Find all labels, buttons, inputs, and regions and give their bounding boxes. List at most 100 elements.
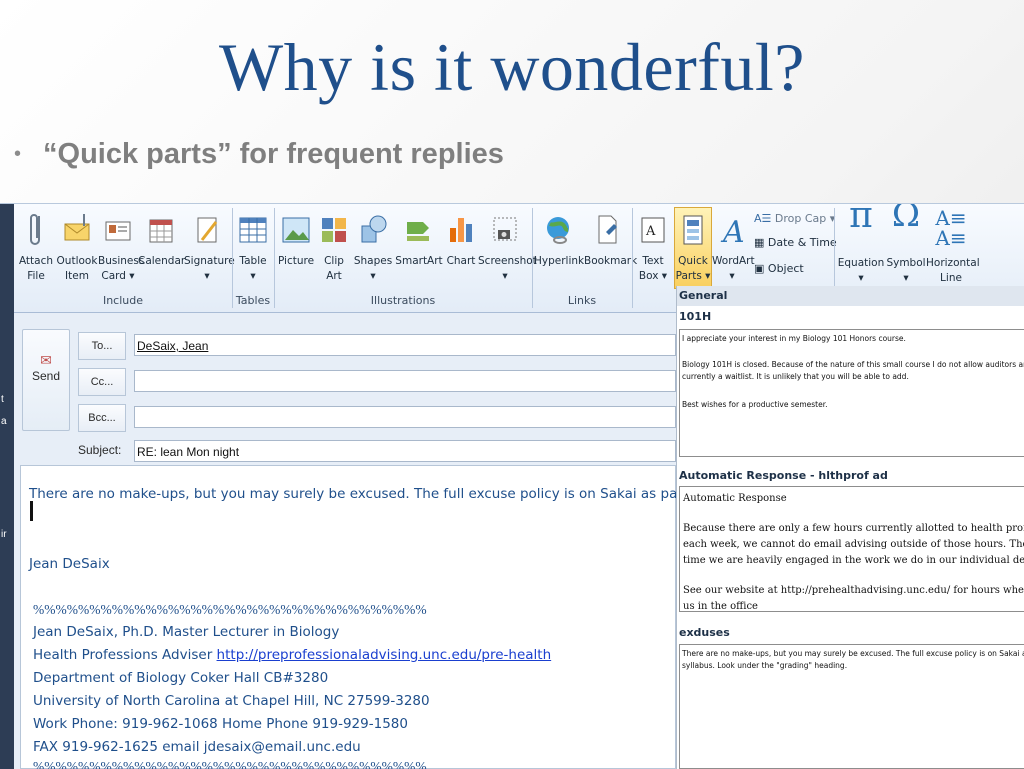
strip-mark-icon: t <box>1 394 4 405</box>
preview-line: Because there are only a few hours curre… <box>683 523 1024 534</box>
signature-name: Jean DeSaix, Ph.D. Master Lecturer in Bi… <box>33 624 340 640</box>
clip-art-button[interactable]: Clip Art <box>316 210 352 284</box>
shapes-button[interactable]: Shapes ▾ <box>352 210 394 284</box>
screenshot-button[interactable]: Screenshot ▾ <box>478 210 537 284</box>
links-group-label: Links <box>567 294 597 307</box>
bcc-button[interactable]: Bcc... <box>78 404 126 432</box>
signature-rule: %%%%%%%%%%%%%%%%%%%%%%%%%%%%%%%%%%% <box>33 602 427 617</box>
send-button[interactable]: ✉ Send <box>22 329 70 431</box>
cc-button[interactable]: Cc... <box>78 368 126 396</box>
strip-mark-icon: a <box>1 416 7 427</box>
screenshot-icon <box>493 217 517 241</box>
paperclip-icon <box>30 214 40 245</box>
signature-phone: Work Phone: 919-962-1068 Home Phone 919-… <box>33 716 408 732</box>
preview-line: Best wishes for a productive semester. <box>682 400 828 409</box>
date-time-icon: ▦ <box>754 236 765 249</box>
bullet-item: • “Quick parts” for frequent replies <box>14 138 504 171</box>
bullet-dot-icon: • <box>14 143 22 165</box>
drop-cap-button[interactable]: A☰ Drop Cap ▾ <box>754 212 835 225</box>
text-box-button[interactable]: A Text Box ▾ <box>634 210 672 284</box>
preview-line: currently a waitlist. It is unlikely tha… <box>682 372 909 381</box>
signature-adviser-label: Health Professions Adviser <box>33 647 217 663</box>
globe-link-icon <box>547 217 569 244</box>
drop-cap-icon: A☰ <box>754 212 772 225</box>
pi-icon: π <box>849 203 873 236</box>
quick-parts-button[interactable]: Quick Parts ▾ <box>674 210 712 284</box>
signature-adviser: Health Professions Adviser http://prepro… <box>33 647 551 663</box>
picture-button[interactable]: Picture <box>276 210 316 269</box>
gallery-entry-preview[interactable]: There are no make-ups, but you may surel… <box>679 644 1024 769</box>
signoff-text: Jean DeSaix <box>29 556 110 572</box>
outlook-screenshot: t a ir Attach File Outlook Item Business Ca… <box>0 203 1024 769</box>
ribbon-separator <box>632 208 633 308</box>
smartart-icon <box>407 222 429 241</box>
bcc-field[interactable] <box>134 406 676 428</box>
preview-line: us in the office <box>683 601 758 612</box>
object-icon: ▣ <box>754 262 765 275</box>
outlook-item-button[interactable]: Outlook Item <box>56 210 98 284</box>
attach-file-button[interactable]: Attach File <box>16 210 56 284</box>
gallery-entry-title[interactable]: Automatic Response - hlthprof ad <box>677 469 1024 482</box>
gallery-section-header: General <box>677 286 1024 306</box>
bullet-text: “Quick parts” for frequent replies <box>43 138 504 170</box>
gallery-entry-preview[interactable]: I appreciate your interest in my Biology… <box>679 329 1024 457</box>
equation-button[interactable]: π Equation ▾ <box>836 203 886 286</box>
gallery-entry-preview[interactable]: Automatic Response Because there are onl… <box>679 486 1024 612</box>
preview-line: See our website at http://prehealthadvis… <box>683 585 1024 596</box>
horizontal-line-icon: A≡ A≡ <box>935 206 967 250</box>
preview-line: syllabus. Look under the "grading" headi… <box>682 661 848 670</box>
gallery-entry-title[interactable]: 101H <box>677 310 1024 323</box>
ribbon-separator <box>274 208 275 308</box>
bookmark-icon <box>598 215 617 244</box>
business-card-icon <box>105 221 131 241</box>
chart-button[interactable]: Chart <box>444 210 478 269</box>
preview-line: I appreciate your interest in my Biology… <box>682 334 906 343</box>
send-label: Send <box>31 369 61 383</box>
business-card-button[interactable]: Business Card ▾ <box>98 210 144 284</box>
signature-icon <box>197 217 218 243</box>
hyperlink-button[interactable]: Hyperlink <box>534 210 584 269</box>
compose-pane: ✉ Send To... Cc... Bcc... DeSaix, Jean S… <box>14 313 795 769</box>
quick-parts-gallery: General 101H I appreciate your interest … <box>676 286 1024 769</box>
include-group-label: Include <box>102 294 144 307</box>
subject-label: Subject: <box>78 443 122 457</box>
tables-group-label: Tables <box>235 294 271 307</box>
object-button[interactable]: ▣ Object <box>754 262 804 275</box>
to-button[interactable]: To... <box>78 332 126 360</box>
symbol-button[interactable]: Ω Symbol ▾ <box>886 203 926 286</box>
subject-field[interactable]: RE: lean Mon night <box>134 440 676 462</box>
omega-icon: Ω <box>891 203 921 235</box>
wordart-button[interactable]: A WordArt ▾ <box>712 210 755 284</box>
table-button[interactable]: Table ▾ <box>234 210 272 284</box>
ribbon-separator <box>232 208 233 308</box>
wordart-icon: A <box>720 215 745 250</box>
signature-university: University of North Carolina at Chapel H… <box>33 693 430 709</box>
message-body[interactable]: There are no make-ups, but you may surel… <box>20 465 795 769</box>
gallery-entry-title[interactable]: exduses <box>677 626 1024 639</box>
cc-field[interactable] <box>134 370 676 392</box>
svg-text:A: A <box>645 224 656 239</box>
calendar-button[interactable]: Calendar <box>138 210 185 269</box>
preview-line: Biology 101H is closed. Because of the n… <box>682 360 1024 369</box>
signature-button[interactable]: Signature ▾ <box>184 210 235 284</box>
quick-parts-icon <box>683 215 703 245</box>
preview-line: Automatic Response <box>683 493 787 504</box>
signature-adviser-link[interactable]: http://preprofessionaladvising.unc.edu/p… <box>217 647 552 663</box>
taskbar-strip: t a ir <box>0 204 14 769</box>
smartart-button[interactable]: SmartArt <box>394 210 444 269</box>
table-icon <box>239 217 267 243</box>
illustrations-group-label: Illustrations <box>370 294 436 307</box>
ribbon-separator <box>532 208 533 308</box>
preview-line: time we are heavily engaged in the work … <box>683 555 1024 566</box>
calendar-icon <box>149 219 173 243</box>
horizontal-line-button[interactable]: A≡ A≡ Horizontal Line <box>926 206 980 286</box>
send-icon: ✉ <box>40 352 52 368</box>
shapes-icon <box>361 215 387 243</box>
to-field[interactable]: DeSaix, Jean <box>134 334 676 356</box>
preview-line: each week, we cannot do email advising o… <box>683 539 1024 550</box>
bookmark-button[interactable]: Bookmark <box>584 210 637 269</box>
date-time-button[interactable]: ▦ Date & Time <box>754 236 837 249</box>
strip-mark-icon: ir <box>1 529 7 540</box>
picture-icon <box>282 217 310 243</box>
text-box-icon: A <box>641 217 665 243</box>
